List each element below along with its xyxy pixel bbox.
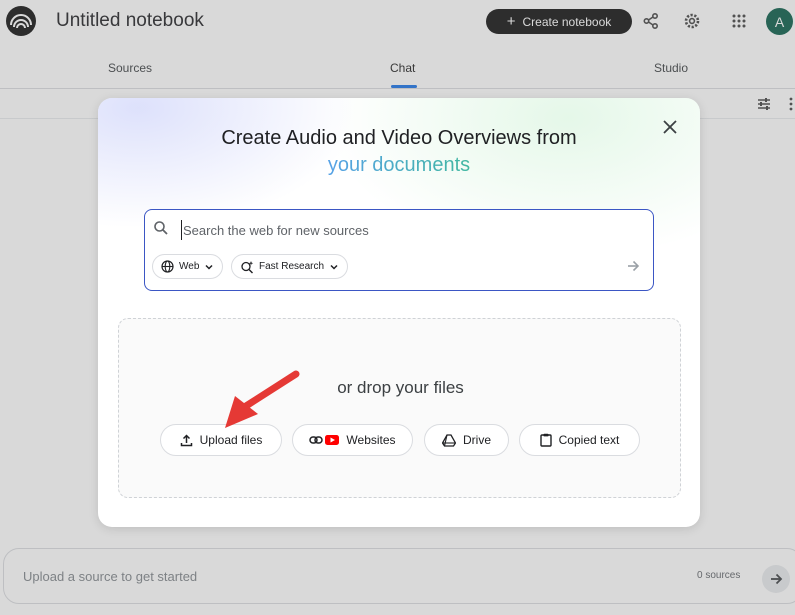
upload-files-label: Upload files — [199, 433, 263, 447]
chevron-down-icon — [205, 264, 213, 270]
arrow-right-icon — [628, 260, 640, 272]
drive-button[interactable]: Drive — [424, 424, 509, 456]
file-drop-zone[interactable]: or drop your files Upload files Websites… — [118, 318, 681, 498]
drive-label: Drive — [462, 433, 491, 447]
sparkle-search-icon — [241, 260, 254, 273]
drop-zone-text: or drop your files — [337, 378, 464, 397]
source-type-dropdown[interactable]: Web — [152, 254, 224, 279]
youtube-icon — [325, 435, 340, 445]
link-icon — [309, 436, 324, 444]
websites-button[interactable]: Websites — [292, 424, 413, 456]
web-search-input[interactable] — [181, 220, 601, 240]
research-mode-dropdown[interactable]: Fast Research — [231, 254, 349, 279]
research-mode-label: Fast Research — [259, 261, 325, 272]
dialog-title: Create Audio and Video Overviews from — [221, 127, 577, 149]
dialog-title-highlight: your documents — [98, 154, 700, 177]
chevron-down-icon — [330, 264, 338, 270]
drive-icon — [441, 433, 456, 447]
add-sources-dialog: Create Audio and Video Overviews from yo… — [98, 98, 700, 527]
source-type-label: Web — [179, 261, 200, 272]
search-icon — [153, 220, 169, 236]
web-search-box: Web Fast Research — [144, 209, 654, 291]
copied-text-label: Copied text — [558, 433, 620, 447]
globe-icon — [161, 260, 174, 273]
copied-text-button[interactable]: Copied text — [519, 424, 640, 456]
websites-label: Websites — [346, 433, 396, 447]
upload-files-button[interactable]: Upload files — [160, 424, 282, 456]
upload-icon — [180, 433, 192, 446]
clipboard-icon — [539, 433, 552, 447]
submit-search-button[interactable] — [623, 256, 643, 276]
